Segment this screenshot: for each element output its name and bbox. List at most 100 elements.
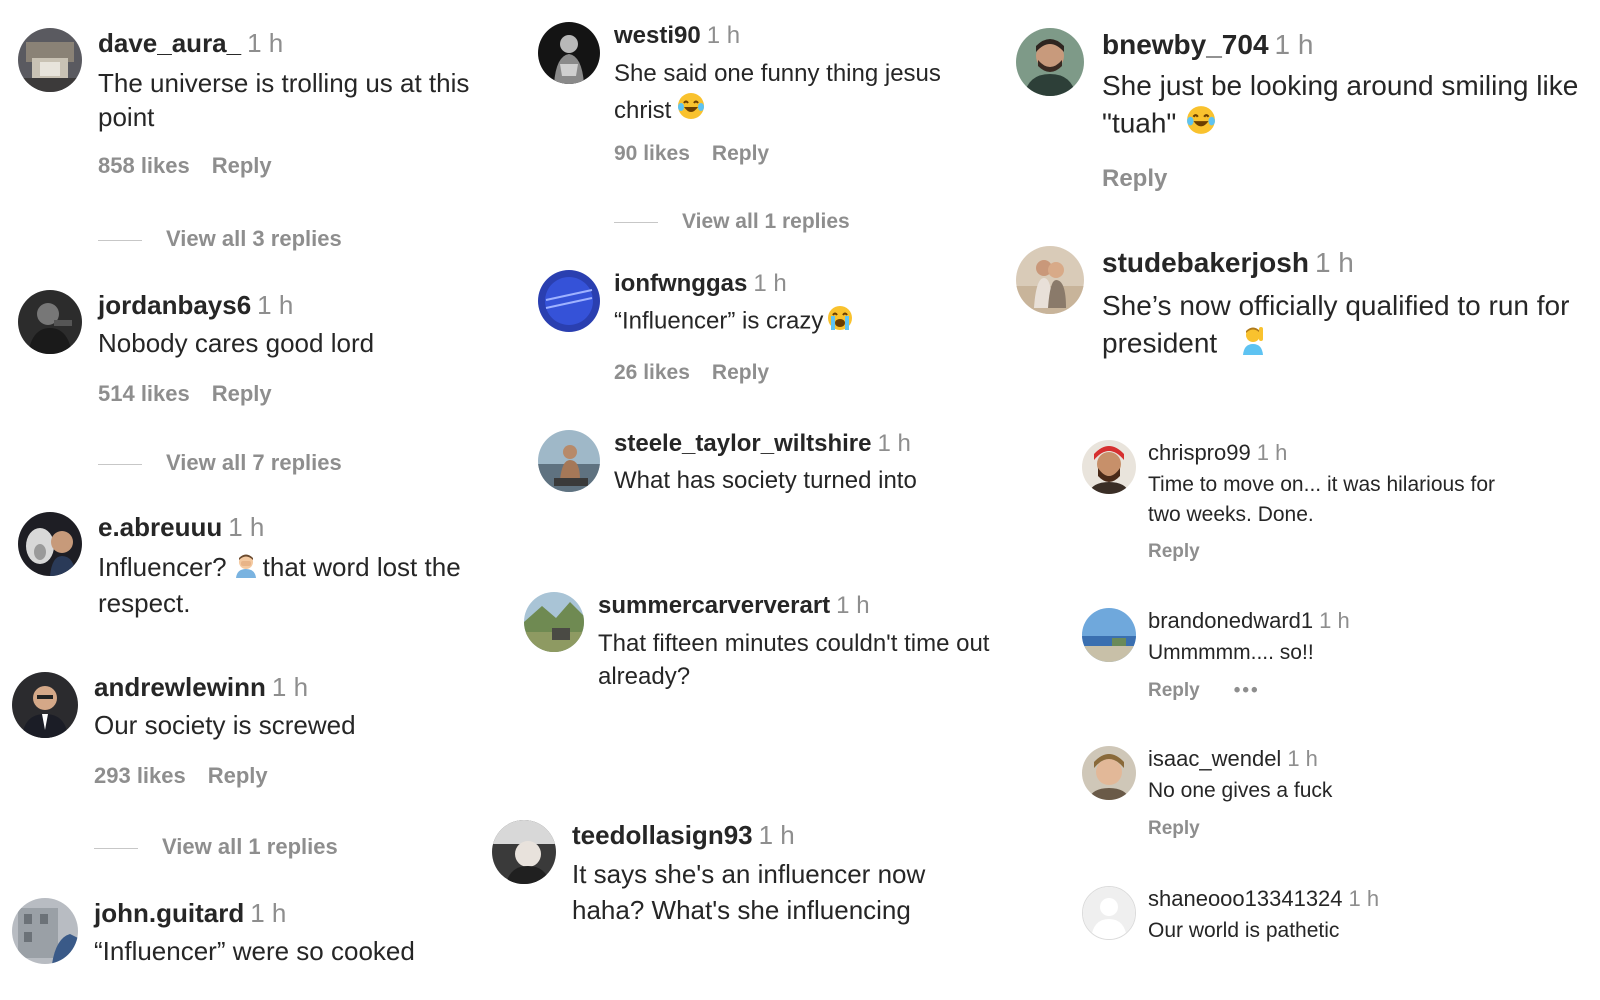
timestamp: 1 h <box>250 898 287 928</box>
timestamp: 1 h <box>228 512 265 542</box>
username[interactable]: westi90 <box>614 22 701 49</box>
avatar[interactable] <box>492 820 556 884</box>
username[interactable]: bnewby_704 <box>1102 29 1269 60</box>
reply-button[interactable]: Reply <box>212 381 272 406</box>
comment-text: Ummmmm.... so!! <box>1148 641 1314 665</box>
likes-count[interactable]: 858 likes <box>98 153 190 178</box>
username[interactable]: e.abreuuu <box>98 512 222 542</box>
avatar[interactable] <box>18 512 82 576</box>
view-replies-button[interactable]: View all 7 replies <box>98 450 342 476</box>
username[interactable]: teedollasign93 <box>572 820 753 850</box>
man-facepalming-icon <box>233 552 259 587</box>
avatar[interactable] <box>1082 886 1136 940</box>
avatar[interactable] <box>1016 28 1084 96</box>
likes-count[interactable]: 90 likes <box>614 142 690 165</box>
divider-line <box>98 463 142 465</box>
divider-line <box>614 221 658 223</box>
comment-text: The universe is trolling us at this poin… <box>98 68 470 132</box>
comment-text: “Influencer” is crazy <box>614 305 994 339</box>
divider-line <box>98 239 142 241</box>
divider-line <box>94 847 138 849</box>
timestamp: 1 h <box>758 820 795 850</box>
likes-count[interactable]: 26 likes <box>614 361 690 384</box>
timestamp: 1 h <box>271 672 309 702</box>
avatar[interactable] <box>538 22 600 84</box>
avatar[interactable] <box>1016 246 1084 314</box>
username[interactable]: jordanbays6 <box>98 290 251 320</box>
avatar[interactable] <box>1082 746 1136 800</box>
username[interactable]: shaneooo13341324 <box>1148 886 1343 911</box>
username[interactable]: isaac_wendel <box>1148 746 1281 771</box>
timestamp: 1 h <box>877 430 911 457</box>
username[interactable]: studebakerjosh <box>1102 247 1309 278</box>
timestamp: 1 h <box>753 270 787 297</box>
comment-text: She said one funny thing jesus christ <box>614 57 994 131</box>
timestamp: 1 h <box>1256 440 1288 465</box>
view-replies-label: View all 7 replies <box>166 450 342 475</box>
comment-text: “Influencer” were so cooked <box>94 936 415 967</box>
username[interactable]: dave_aura_ <box>98 28 241 58</box>
timestamp: 1 h <box>836 592 870 619</box>
comment-text: Influencer? that word lost the respect. <box>98 551 518 620</box>
view-replies-button[interactable]: View all 1 replies <box>614 210 850 234</box>
comment-text: Nobody cares good lord <box>98 328 375 359</box>
comment-text-part: Influencer? <box>98 552 227 583</box>
likes-count[interactable]: 514 likes <box>98 381 190 406</box>
avatar[interactable] <box>18 290 82 354</box>
comment-text: Our society is screwed <box>94 710 356 741</box>
username[interactable]: andrewlewinn <box>94 672 266 702</box>
reply-button[interactable]: Reply <box>212 153 272 178</box>
comment-text: It says she's an influencer now haha? Wh… <box>572 859 926 926</box>
view-replies-button[interactable]: View all 1 replies <box>94 834 338 860</box>
timestamp: 1 h <box>1348 886 1380 911</box>
loudly-crying-face-icon <box>827 305 853 339</box>
reply-button[interactable]: Reply <box>712 142 769 165</box>
avatar[interactable] <box>538 270 600 332</box>
timestamp: 1 h <box>257 290 294 320</box>
view-replies-label: View all 1 replies <box>162 834 338 859</box>
avatar[interactable] <box>1082 608 1136 662</box>
timestamp: 1 h <box>247 28 284 58</box>
username[interactable]: brandonedward1 <box>1148 608 1313 633</box>
reply-button[interactable]: Reply <box>1148 818 1200 839</box>
comment-text-part: “Influencer” is crazy <box>614 307 824 335</box>
timestamp: 1 h <box>1287 746 1318 771</box>
view-replies-button[interactable]: View all 3 replies <box>98 226 342 252</box>
avatar[interactable] <box>12 898 78 964</box>
comment-text-part: She just be looking around smiling like … <box>1102 69 1579 138</box>
comment-text: No one gives a fuck <box>1148 779 1333 803</box>
likes-count[interactable]: 293 likes <box>94 763 186 788</box>
reply-button[interactable]: Reply <box>712 361 769 384</box>
comment-text: What has society turned into <box>614 466 917 494</box>
reply-button[interactable]: Reply <box>1148 541 1200 562</box>
comment-text: Our world is pathetic <box>1148 919 1340 943</box>
timestamp: 1 h <box>706 22 741 49</box>
person-raising-hand-icon <box>1239 325 1267 365</box>
avatar[interactable] <box>18 28 82 92</box>
reply-button[interactable]: Reply <box>1148 680 1200 701</box>
comment-text: She just be looking around smiling like … <box>1102 68 1600 145</box>
avatar[interactable] <box>12 672 78 738</box>
more-options-icon[interactable]: ••• <box>1234 680 1260 702</box>
reply-button[interactable]: Reply <box>208 763 268 788</box>
avatar[interactable] <box>538 430 600 492</box>
face-with-tears-of-joy-icon <box>1186 105 1216 145</box>
comment-text: Time to move on... it was hilarious for … <box>1148 473 1496 526</box>
timestamp: 1 h <box>1314 247 1354 278</box>
username[interactable]: steele_taylor_wiltshire <box>614 430 871 457</box>
comment-text: That fifteen minutes couldn't time out a… <box>598 629 990 691</box>
timestamp: 1 h <box>1274 29 1314 60</box>
view-replies-label: View all 3 replies <box>166 226 342 251</box>
view-replies-label: View all 1 replies <box>682 210 850 233</box>
username[interactable]: chrispro99 <box>1148 440 1251 465</box>
username[interactable]: ionfwnggas <box>614 270 747 297</box>
username[interactable]: john.guitard <box>94 898 244 928</box>
reply-button[interactable]: Reply <box>1102 165 1167 192</box>
avatar[interactable] <box>1082 440 1136 494</box>
avatar[interactable] <box>524 592 584 652</box>
comment-text-part: She’s now officially qualified to run fo… <box>1102 289 1570 358</box>
comment-text-part: She said one funny thing jesus christ <box>614 59 941 124</box>
face-with-tears-of-joy-icon <box>677 92 705 131</box>
username[interactable]: summercarververart <box>598 592 830 619</box>
comment-text: She’s now officially qualified to run fo… <box>1102 288 1600 365</box>
